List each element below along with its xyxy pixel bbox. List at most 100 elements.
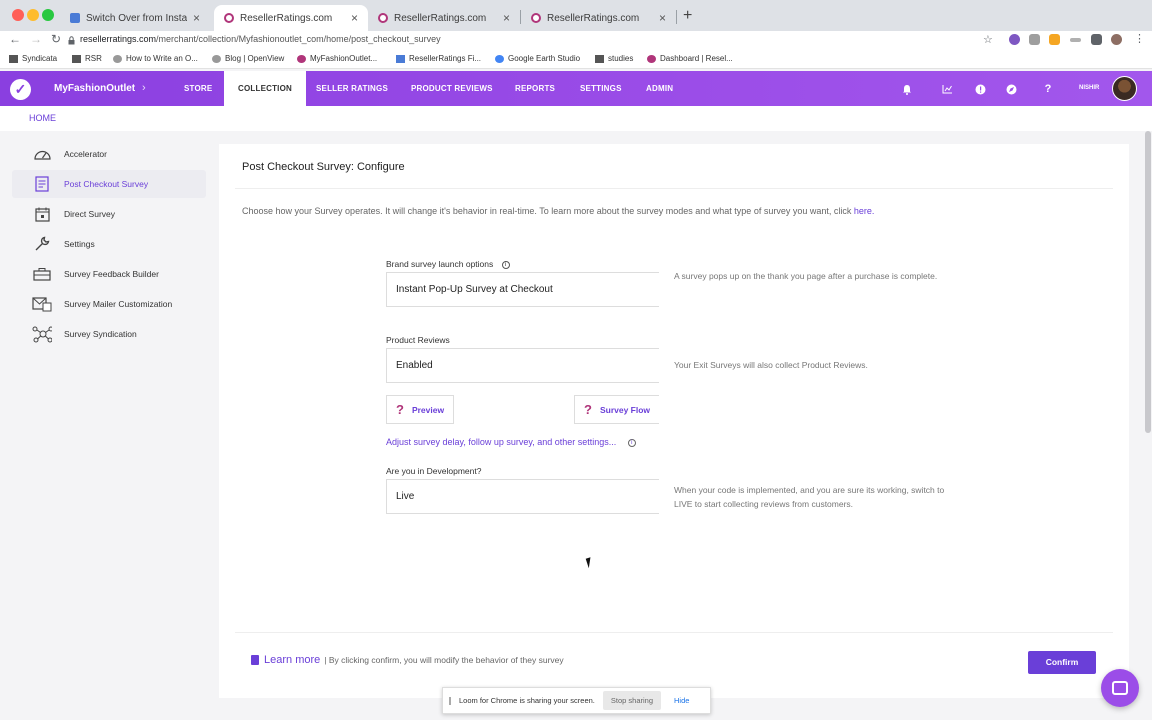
scrollbar[interactable] [1144, 131, 1152, 720]
profile-avatar-icon[interactable] [1111, 34, 1122, 45]
store-brand-name[interactable]: MyFashionOutlet [54, 83, 135, 94]
close-tab-icon[interactable]: × [503, 11, 510, 25]
lock-icon [68, 36, 75, 45]
forward-icon[interactable]: → [30, 32, 42, 46]
amazon-extension-icon[interactable] [1049, 34, 1060, 45]
resellerratings-icon [297, 54, 306, 63]
nav-settings[interactable]: SETTINGS [580, 71, 622, 106]
link-extension-icon[interactable] [1070, 38, 1081, 42]
sidebar-item-post-checkout-survey[interactable]: Post Checkout Survey [12, 170, 206, 198]
info-icon[interactable]: i [627, 439, 636, 447]
chat-launcher-button[interactable] [1101, 669, 1139, 707]
page-title: Post Checkout Survey: Configure [242, 161, 405, 173]
mail-icon [32, 295, 52, 313]
resellerratings-icon [647, 54, 656, 63]
product-reviews-select[interactable]: Enabled [386, 348, 659, 383]
preview-button[interactable]: ? Preview [386, 395, 454, 424]
close-tab-icon[interactable]: × [193, 11, 200, 25]
site-icon [113, 54, 122, 63]
launch-options-select[interactable]: Instant Pop-Up Survey at Checkout [386, 272, 659, 307]
chart-icon[interactable] [941, 83, 953, 95]
launch-options-label: Brand survey launch options i [386, 259, 510, 269]
sidebar-item-accelerator[interactable]: Accelerator [12, 140, 206, 168]
product-reviews-label: Product Reviews [386, 335, 450, 345]
google-icon [495, 54, 504, 63]
bookmark-item[interactable]: Blog | OpenView [212, 54, 284, 63]
alert-icon[interactable] [974, 83, 986, 95]
bookmark-item[interactable]: Syndicata [9, 54, 57, 63]
sidebar-item-direct-survey[interactable]: Direct Survey [12, 200, 206, 228]
minimize-window-icon[interactable] [27, 9, 39, 21]
bookmark-item[interactable]: MyFashionOutlet... [297, 54, 377, 63]
bookmark-item[interactable]: How to Write an O... [113, 54, 198, 63]
bookmark-item[interactable]: Dashboard | Resel... [647, 54, 733, 63]
bookmark-item[interactable]: studies [595, 54, 633, 63]
confirm-button[interactable]: Confirm [1028, 651, 1096, 674]
avatar[interactable] [1112, 76, 1137, 101]
bookmark-star-icon[interactable]: ☆ [983, 33, 993, 46]
user-name[interactable]: NISHIR [1079, 85, 1099, 91]
sidebar-item-survey-mailer-customization[interactable]: Survey Mailer Customization [12, 290, 206, 318]
learn-more-link[interactable]: Learn more [264, 654, 320, 666]
bell-icon[interactable] [901, 83, 913, 95]
here-link[interactable]: here. [854, 206, 875, 216]
bookmark-item[interactable]: Google Earth Studio [495, 54, 580, 63]
sidebar: Accelerator Post Checkout Survey Direct … [0, 131, 212, 720]
extension-icon[interactable] [1009, 34, 1020, 45]
info-icon[interactable]: i [501, 261, 510, 269]
divider [235, 188, 1113, 189]
wrench-icon [32, 235, 52, 253]
calendar-icon [32, 205, 52, 223]
browser-tab-2[interactable]: ResellerRatings.com × [214, 5, 368, 31]
nav-product-reviews[interactable]: PRODUCT REVIEWS [411, 71, 493, 106]
close-tab-icon[interactable]: × [659, 11, 666, 25]
browser-tab-1[interactable]: Switch Over from Instant Surv... × [60, 5, 210, 31]
url-field[interactable]: resellerratings.com/merchant/collection/… [80, 34, 441, 44]
app-header: ✓ MyFashionOutlet › STORE COLLECTION SEL… [0, 71, 1152, 106]
learn-more-row: Learn more | By clicking confirm, you wi… [251, 654, 564, 666]
browser-tab-4[interactable]: ResellerRatings.com × [521, 5, 676, 31]
hide-button[interactable]: Hide [674, 696, 689, 705]
close-window-icon[interactable] [12, 9, 24, 21]
new-tab-icon[interactable]: + [683, 7, 692, 25]
nav-reports[interactable]: REPORTS [515, 71, 555, 106]
nav-store[interactable]: STORE [184, 71, 212, 106]
nav-collection[interactable]: COLLECTION [224, 71, 306, 106]
camera-extension-icon[interactable] [1029, 34, 1040, 45]
scrollbar-thumb[interactable] [1145, 131, 1151, 433]
nav-seller-ratings[interactable]: SELLER RATINGS [316, 71, 388, 106]
development-help: When your code is implemented, and you a… [674, 485, 945, 509]
development-select[interactable]: Live [386, 479, 659, 514]
breadcrumb-bar: HOME [0, 106, 1152, 131]
development-label: Are you in Development? [386, 466, 482, 476]
network-icon [32, 325, 52, 343]
chat-icon [1112, 681, 1128, 695]
reload-icon[interactable]: ↻ [51, 32, 61, 46]
advanced-settings-link[interactable]: Adjust survey delay, follow up survey, a… [386, 437, 636, 447]
logo-check-icon[interactable]: ✓ [10, 79, 31, 100]
maximize-window-icon[interactable] [42, 9, 54, 21]
help-icon[interactable]: ? [1042, 83, 1054, 95]
sidebar-item-settings[interactable]: Settings [12, 230, 206, 258]
learn-more-note: | By clicking confirm, you will modify t… [324, 655, 564, 665]
gauge-icon [32, 145, 52, 163]
divider [235, 632, 1113, 633]
sidebar-item-survey-syndication[interactable]: Survey Syndication [12, 320, 206, 348]
bookmark-item[interactable]: RSR [72, 54, 102, 63]
browser-tab-3[interactable]: ResellerRatings.com × [368, 5, 520, 31]
survey-flow-button[interactable]: ? Survey Flow [574, 395, 659, 424]
more-menu-icon[interactable]: ⋮ [1134, 32, 1145, 45]
compass-icon[interactable] [1005, 83, 1017, 95]
folder-icon [595, 54, 604, 63]
stop-sharing-button[interactable]: Stop sharing [602, 691, 662, 710]
nav-admin[interactable]: ADMIN [646, 71, 673, 106]
sidebar-item-survey-feedback-builder[interactable]: Survey Feedback Builder [12, 260, 206, 288]
browser-tab-bar: Switch Over from Instant Surv... × Resel… [0, 0, 1152, 31]
back-icon[interactable]: ← [9, 32, 21, 46]
breadcrumb-home[interactable]: HOME [29, 113, 56, 123]
question-icon: ? [396, 402, 404, 417]
puzzle-extensions-icon[interactable] [1091, 34, 1102, 45]
bookmark-item[interactable]: ResellerRatings Fi... [396, 54, 481, 63]
close-tab-icon[interactable]: × [351, 11, 358, 25]
drag-handle-icon[interactable] [449, 696, 451, 705]
